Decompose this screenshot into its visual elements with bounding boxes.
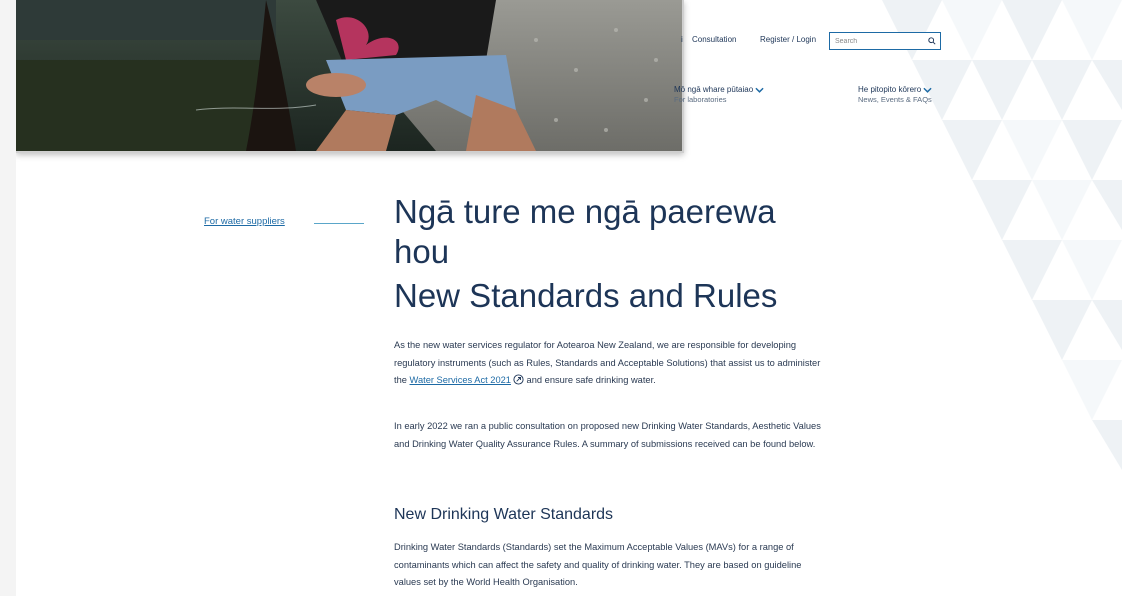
- water-services-act-link[interactable]: Water Services Act 2021: [410, 375, 511, 385]
- hero-photo: [16, 0, 684, 153]
- search-input[interactable]: [829, 32, 941, 50]
- standards-paragraph: Drinking Water Standards (Standards) set…: [394, 542, 802, 587]
- search-icon[interactable]: [928, 37, 936, 45]
- menu-labs-maori-label: Mō ngā whare pūtaiao: [674, 85, 754, 94]
- nav-link-partial[interactable]: i: [681, 35, 683, 44]
- external-link-icon[interactable]: [513, 374, 524, 385]
- nav-link-register-login[interactable]: Register / Login: [760, 35, 816, 44]
- section-heading-drinking-water-standards: New Drinking Water Standards: [394, 506, 614, 523]
- menu-news-english-label: News, Events & FAQs: [858, 95, 932, 104]
- page-title-english: New Standards and Rules: [394, 277, 778, 314]
- consultation-paragraph: In early 2022 we ran a public consultati…: [394, 421, 821, 449]
- sidebar-link-water-suppliers[interactable]: For water suppliers: [204, 216, 285, 227]
- intro-paragraph: As the new water services regulator for …: [394, 337, 824, 390]
- menu-labs-english-label: For laboratories: [674, 95, 727, 104]
- intro-text-end: and ensure safe drinking water.: [523, 375, 656, 385]
- sidebar-divider: [314, 223, 364, 224]
- page-title-maori: Ngā ture me ngā paerewa hou: [394, 193, 776, 270]
- nav-link-consultation[interactable]: Consultation: [692, 35, 736, 44]
- menu-news-maori-label: He pitopito kōrero: [858, 85, 922, 94]
- chevron-down-icon: [755, 87, 764, 93]
- menu-item-laboratories[interactable]: Mō ngā whare pūtaiao For laboratories: [674, 85, 764, 105]
- page: i Consultation Register / Login Mō ngā w…: [16, 0, 1122, 596]
- chevron-down-icon: [923, 87, 932, 93]
- menu-item-news[interactable]: He pitopito kōrero News, Events & FAQs: [858, 85, 932, 105]
